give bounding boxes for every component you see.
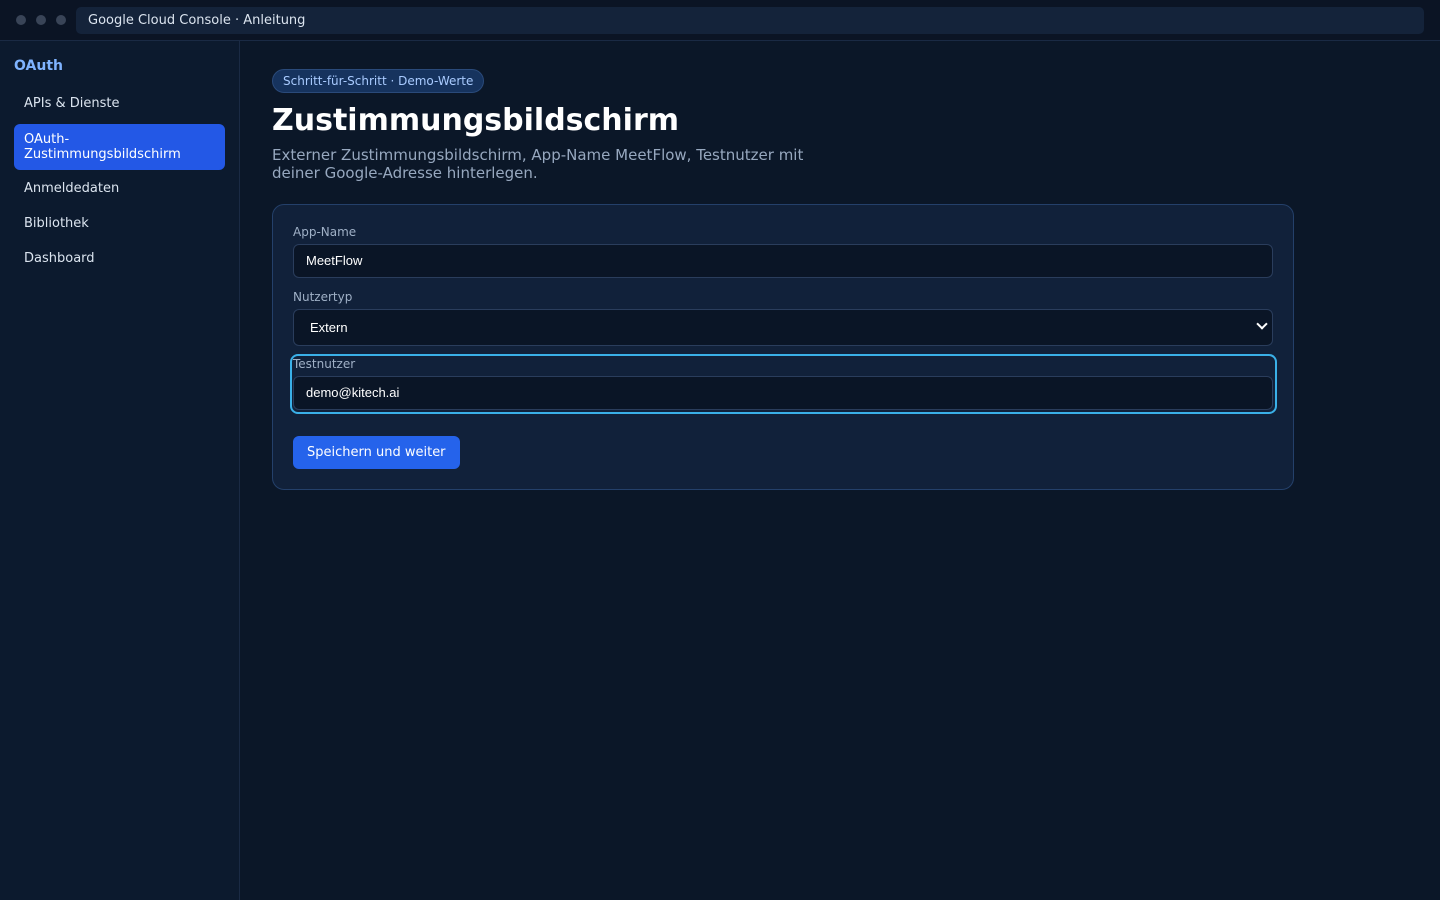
sidebar-item-apis-dienste[interactable]: APIs & Dienste bbox=[14, 96, 225, 114]
address-bar[interactable]: Google Cloud Console · Anleitung bbox=[76, 7, 1424, 34]
chevron-down-icon bbox=[1256, 318, 1268, 330]
user-type-value: Extern bbox=[310, 320, 348, 335]
window-close-dot[interactable] bbox=[16, 15, 26, 25]
window-titlebar: Google Cloud Console · Anleitung bbox=[0, 0, 1440, 41]
app-name-input[interactable]: MeetFlow bbox=[293, 244, 1273, 278]
window-maximize-dot[interactable] bbox=[56, 15, 66, 25]
step-badge: Schritt-für-Schritt · Demo-Werte bbox=[272, 69, 485, 93]
save-and-continue-button[interactable]: Speichern und weiter bbox=[293, 436, 460, 469]
consent-form: App-Name MeetFlow Nutzertyp Extern Testn… bbox=[272, 204, 1294, 490]
page-subtitle: Externer Zustimmungsbildschirm, App-Name… bbox=[272, 146, 804, 182]
user-type-select[interactable]: Extern bbox=[293, 309, 1273, 346]
app-name-label: App-Name bbox=[293, 225, 357, 239]
page-title: Zustimmungsbildschirm bbox=[272, 103, 680, 138]
sidebar-item-bibliothek[interactable]: Bibliothek bbox=[14, 216, 225, 234]
test-users-input[interactable]: demo@kitech.ai bbox=[293, 376, 1273, 410]
user-type-label: Nutzertyp bbox=[293, 290, 353, 304]
sidebar-title: OAuth bbox=[14, 58, 63, 74]
sidebar-item-dashboard[interactable]: Dashboard bbox=[14, 251, 225, 269]
sidebar: OAuth APIs & Dienste OAuth-Zustimmungsbi… bbox=[0, 41, 240, 900]
sidebar-item-anmeldedaten[interactable]: Anmeldedaten bbox=[14, 181, 225, 199]
test-users-label: Testnutzer bbox=[293, 357, 356, 371]
window-minimize-dot[interactable] bbox=[36, 15, 46, 25]
sidebar-item-oauth-consent[interactable]: OAuth-Zustimmungsbildschirm bbox=[14, 124, 225, 170]
